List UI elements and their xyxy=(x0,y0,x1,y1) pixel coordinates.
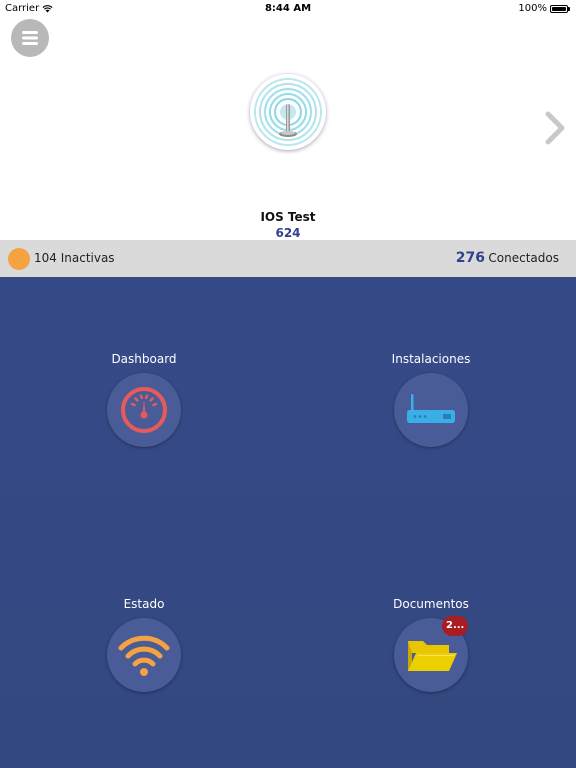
summary-bar: 104 Inactivas 276 Conectados xyxy=(0,240,576,277)
battery-icon xyxy=(550,4,568,13)
inactive-count-label: 104 Inactivas xyxy=(34,251,115,265)
speedometer-icon xyxy=(121,387,167,433)
connected-label: Conectados xyxy=(488,251,559,265)
tile-label: Documentos xyxy=(393,597,469,611)
antenna-signal-icon xyxy=(254,78,322,146)
instalaciones-button[interactable] xyxy=(394,373,468,447)
dashboard-button[interactable] xyxy=(107,373,181,447)
battery-indicator: 100% xyxy=(518,3,570,14)
device-name: IOS Test xyxy=(260,210,316,224)
device-code: 624 xyxy=(275,226,301,240)
menu-button[interactable] xyxy=(11,19,49,57)
tile-instalaciones[interactable]: Instalaciones xyxy=(331,351,531,447)
chevron-right-icon xyxy=(545,111,565,145)
hamburger-menu-icon xyxy=(22,31,38,45)
notification-badge: 2... xyxy=(442,616,469,636)
documentos-button[interactable]: 2... xyxy=(394,616,469,692)
wifi-icon xyxy=(118,635,170,676)
next-device-button[interactable] xyxy=(540,108,570,148)
folder-icon xyxy=(408,641,457,671)
clock: 8:44 AM xyxy=(264,3,312,14)
tile-label: Instalaciones xyxy=(391,352,471,366)
battery-percent: 100% xyxy=(518,3,547,14)
tile-dashboard[interactable]: Dashboard xyxy=(44,351,244,447)
tile-label: Estado xyxy=(123,597,165,611)
connected-count: 276 xyxy=(455,250,485,266)
device-antenna-image xyxy=(250,74,326,150)
estado-button[interactable] xyxy=(107,618,181,692)
tile-estado[interactable]: Estado xyxy=(44,596,244,692)
main-menu-panel: Dashboard Instalaciones Estado Documento… xyxy=(0,277,576,768)
inactive-status-dot xyxy=(8,248,30,270)
tile-label: Dashboard xyxy=(111,352,177,366)
router-icon xyxy=(407,394,455,423)
battery-tip xyxy=(568,6,570,11)
tile-documentos[interactable]: Documentos 2... xyxy=(331,596,531,692)
status-bar: Carrier 8:44 AM 100% xyxy=(0,0,576,18)
